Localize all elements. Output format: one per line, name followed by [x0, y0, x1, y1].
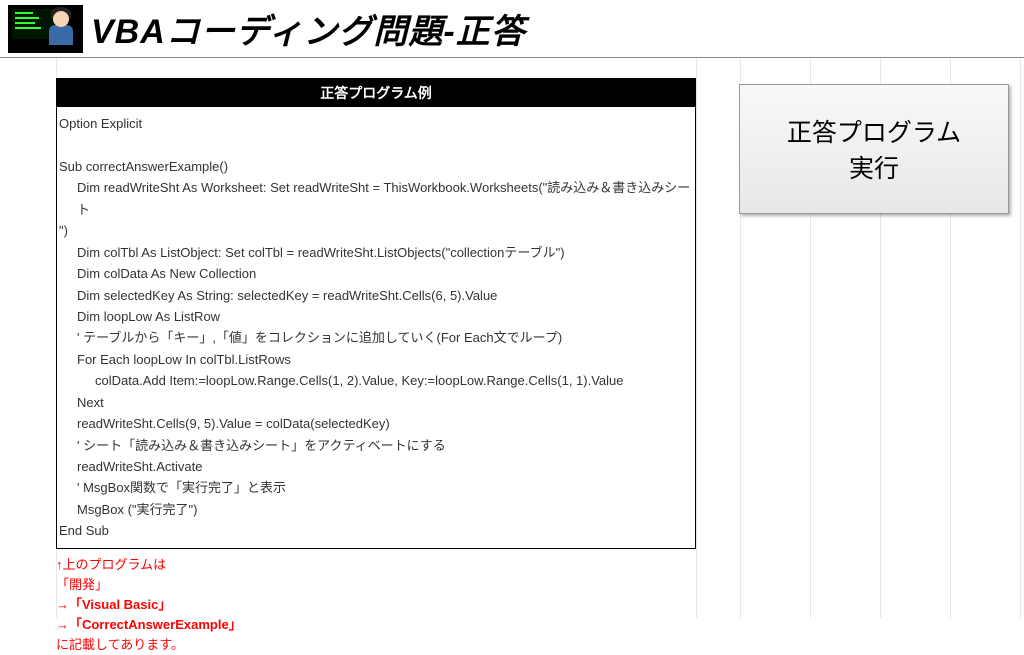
- code-line: Dim colData As New Collection: [59, 263, 693, 284]
- note-line: に記載してあります。: [56, 635, 696, 655]
- code-block-body: Option Explicit Sub correctAnswerExample…: [57, 107, 695, 548]
- code-line: Dim readWriteSht As Worksheet: Set readW…: [59, 177, 693, 220]
- code-line: readWriteSht.Cells(9, 5).Value = colData…: [59, 413, 693, 434]
- code-line: readWriteSht.Activate: [59, 456, 693, 477]
- note-line: →「CorrectAnswerExample」: [56, 615, 696, 635]
- code-line: Dim colTbl As ListObject: Set colTbl = r…: [59, 242, 693, 263]
- programmer-icon: [8, 5, 83, 53]
- code-line: MsgBox ("実行完了"): [59, 499, 693, 520]
- run-button-line2: 実行: [849, 149, 899, 185]
- note-line: →「Visual Basic」: [56, 595, 696, 615]
- code-line: ' テーブルから「キー」,「値」をコレクションに追加していく(For Each文…: [59, 327, 693, 348]
- run-correct-program-button[interactable]: 正答プログラム 実行: [739, 84, 1009, 214]
- code-line: "): [59, 220, 693, 241]
- code-line: End Sub: [59, 520, 693, 541]
- code-line: Option Explicit: [59, 113, 693, 134]
- page-header: VBAコーディング問題-正答: [0, 0, 1024, 58]
- note-line: ↑上のプログラムは: [56, 555, 696, 575]
- notes-section: ↑上のプログラムは「開発」→「Visual Basic」→「CorrectAns…: [56, 549, 696, 655]
- code-line: Dim selectedKey As String: selectedKey =…: [59, 285, 693, 306]
- code-line: Sub correctAnswerExample(): [59, 156, 693, 177]
- code-line: ' MsgBox関数で「実行完了」と表示: [59, 477, 693, 498]
- run-button-line1: 正答プログラム: [787, 113, 961, 149]
- code-example-block: 正答プログラム例 Option Explicit Sub correctAnsw…: [56, 78, 696, 549]
- page-title: VBAコーディング問題-正答: [91, 4, 526, 53]
- code-block-header: 正答プログラム例: [57, 79, 695, 107]
- code-line: Dim loopLow As ListRow: [59, 306, 693, 327]
- code-line: For Each loopLow In colTbl.ListRows: [59, 349, 693, 370]
- code-line: Next: [59, 392, 693, 413]
- code-line: ' シート「読み込み＆書き込みシート」をアクティベートにする: [59, 435, 693, 456]
- note-line: 「開発」: [56, 575, 696, 595]
- code-line: [59, 134, 693, 155]
- code-line: colData.Add Item:=loopLow.Range.Cells(1,…: [59, 370, 693, 391]
